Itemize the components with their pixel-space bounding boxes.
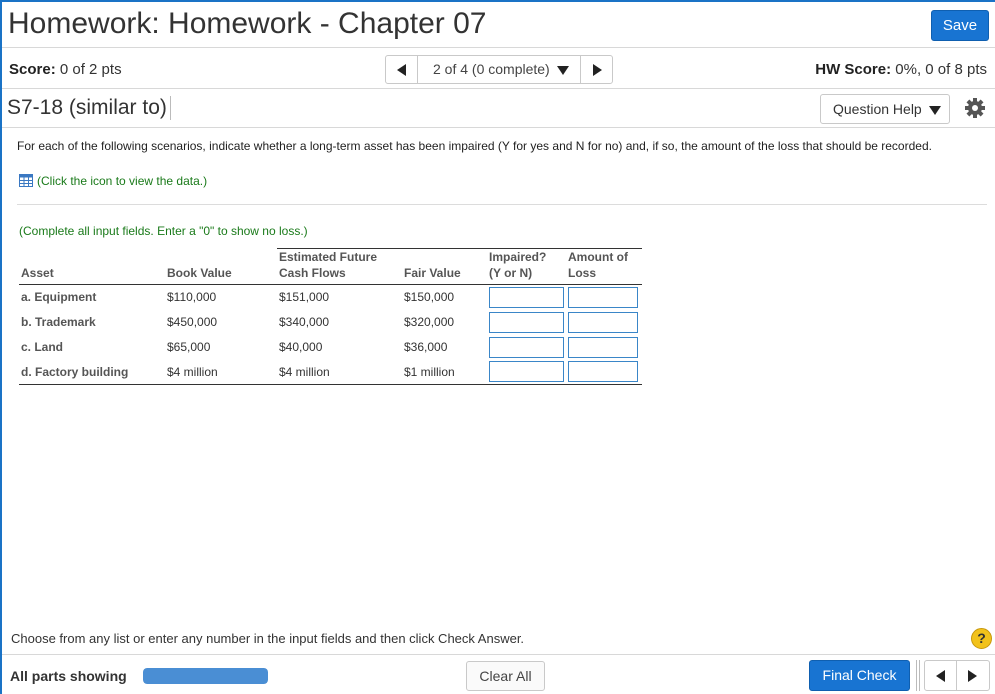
footer-bar: All parts showing Clear All Final Check <box>2 654 995 694</box>
future-cash-cell: $40,000 <box>279 340 323 354</box>
col-header-asset: Asset <box>21 266 54 280</box>
impaired-input[interactable] <box>489 311 564 333</box>
divider <box>17 204 987 205</box>
asset-cell: b. Trademark <box>21 315 96 329</box>
save-button[interactable]: Save <box>931 10 989 41</box>
loss-input[interactable] <box>568 336 638 358</box>
score: Score: 0 of 2 pts <box>9 61 122 78</box>
question-icon[interactable]: ? <box>971 628 992 649</box>
hw-score-value: 0%, 0 of 8 pts <box>895 61 987 78</box>
asset-cell: c. Land <box>21 340 64 354</box>
table-row: b. Trademark $450,000 $340,000 $320,000 <box>19 310 642 335</box>
question-id: S7-18 (similar to) <box>7 96 171 120</box>
impaired-cell <box>487 310 566 335</box>
col-header-future-cash: Estimated Future Cash Flows <box>277 248 402 285</box>
grid-icon[interactable] <box>19 174 33 187</box>
loss-cell <box>566 310 642 335</box>
fair-value-cell: $150,000 <box>404 290 455 305</box>
impaired-input[interactable] <box>489 336 564 358</box>
book-value-cell: $110,000 <box>167 290 217 305</box>
fair-value-cell: $1 million <box>404 364 455 379</box>
chevron-right-icon <box>593 64 602 76</box>
chevron-left-icon <box>936 670 945 682</box>
instructions-text: For each of the following scenarios, ind… <box>17 139 932 153</box>
impaired-cell <box>487 335 566 360</box>
final-check-button[interactable]: Final Check <box>809 660 910 691</box>
complete-note: (Complete all input fields. Enter a "0" … <box>19 224 308 238</box>
book-value-cell: $65,000 <box>167 340 211 354</box>
chevron-right-icon <box>968 670 977 682</box>
footer-previous-button[interactable] <box>925 661 957 690</box>
asset-cell: d. Factory building <box>21 364 129 379</box>
asset-cell: a. Equipment <box>21 290 97 305</box>
question-navigator: 2 of 4 (0 complete) <box>385 55 613 84</box>
previous-question-button[interactable] <box>386 56 418 83</box>
gear-icon[interactable] <box>963 96 987 120</box>
future-cash-cell: $4 million <box>279 364 330 379</box>
loss-input[interactable] <box>568 286 638 308</box>
impaired-cell <box>487 360 566 385</box>
question-help-label: Question Help <box>833 101 922 117</box>
caret-down-icon <box>556 65 569 75</box>
clear-all-button[interactable]: Clear All <box>466 661 545 691</box>
title-bar: Homework: Homework - Chapter 07 Save <box>2 2 995 48</box>
loss-cell <box>566 335 642 360</box>
future-cash-cell: $340,000 <box>279 315 330 329</box>
progress-bar <box>143 668 268 684</box>
impaired-input[interactable] <box>489 286 564 308</box>
table-row: a. Equipment $110,000 $151,000 $150,000 <box>19 285 642 310</box>
footer-next-button[interactable] <box>957 661 989 690</box>
book-value-cell: $450,000 <box>167 315 218 329</box>
fair-value-cell: $36,000 <box>404 340 448 354</box>
progress-fill <box>143 668 268 684</box>
impaired-cell <box>487 285 566 310</box>
future-cash-cell: $151,000 <box>279 290 330 305</box>
loss-input[interactable] <box>568 311 638 333</box>
view-data-label: (Click the icon to view the data.) <box>37 174 208 188</box>
loss-input[interactable] <box>568 361 638 383</box>
score-label: Score: <box>9 61 56 78</box>
table-header-row: Asset Book Value Estimated Future Cash Fl… <box>19 248 642 285</box>
question-help-button[interactable]: Question Help <box>820 94 950 124</box>
col-header-loss: Amount of Loss <box>566 248 642 285</box>
hw-score: HW Score: 0%, 0 of 8 pts <box>815 61 987 78</box>
view-data-link[interactable]: (Click the icon to view the data.) <box>19 174 207 188</box>
question-bar: S7-18 (similar to) Question Help <box>2 90 995 128</box>
score-bar: Score: 0 of 2 pts 2 of 4 (0 complete) HW… <box>2 49 995 89</box>
hw-score-label: HW Score: <box>815 61 892 78</box>
chevron-left-icon <box>397 64 406 76</box>
caret-down-icon <box>928 105 941 115</box>
table-row: d. Factory building $4 million $4 millio… <box>19 360 642 385</box>
impairment-table: Asset Book Value Estimated Future Cash Fl… <box>19 248 642 385</box>
all-parts-label: All parts showing <box>10 668 127 684</box>
question-select[interactable]: 2 of 4 (0 complete) <box>419 56 580 83</box>
loss-cell <box>566 285 642 310</box>
score-value: 0 of 2 pts <box>59 61 122 78</box>
page-title: Homework: Homework - Chapter 07 <box>8 7 487 40</box>
question-select-label: 2 of 4 (0 complete) <box>433 61 550 77</box>
loss-cell <box>566 360 642 385</box>
footer-separator <box>916 660 920 691</box>
footer-navigator <box>924 660 990 691</box>
next-question-button[interactable] <box>580 56 612 83</box>
col-header-fair-value: Fair Value <box>402 248 487 285</box>
col-header-impaired: Impaired? (Y or N) <box>487 248 566 285</box>
table-row: c. Land $65,000 $40,000 $36,000 <box>19 335 642 360</box>
book-value-cell: $4 million <box>167 364 218 379</box>
col-header-book-value: Book Value <box>167 266 232 280</box>
impaired-input[interactable] <box>489 361 564 383</box>
choose-note: Choose from any list or enter any number… <box>11 631 525 646</box>
fair-value-cell: $320,000 <box>404 315 455 329</box>
